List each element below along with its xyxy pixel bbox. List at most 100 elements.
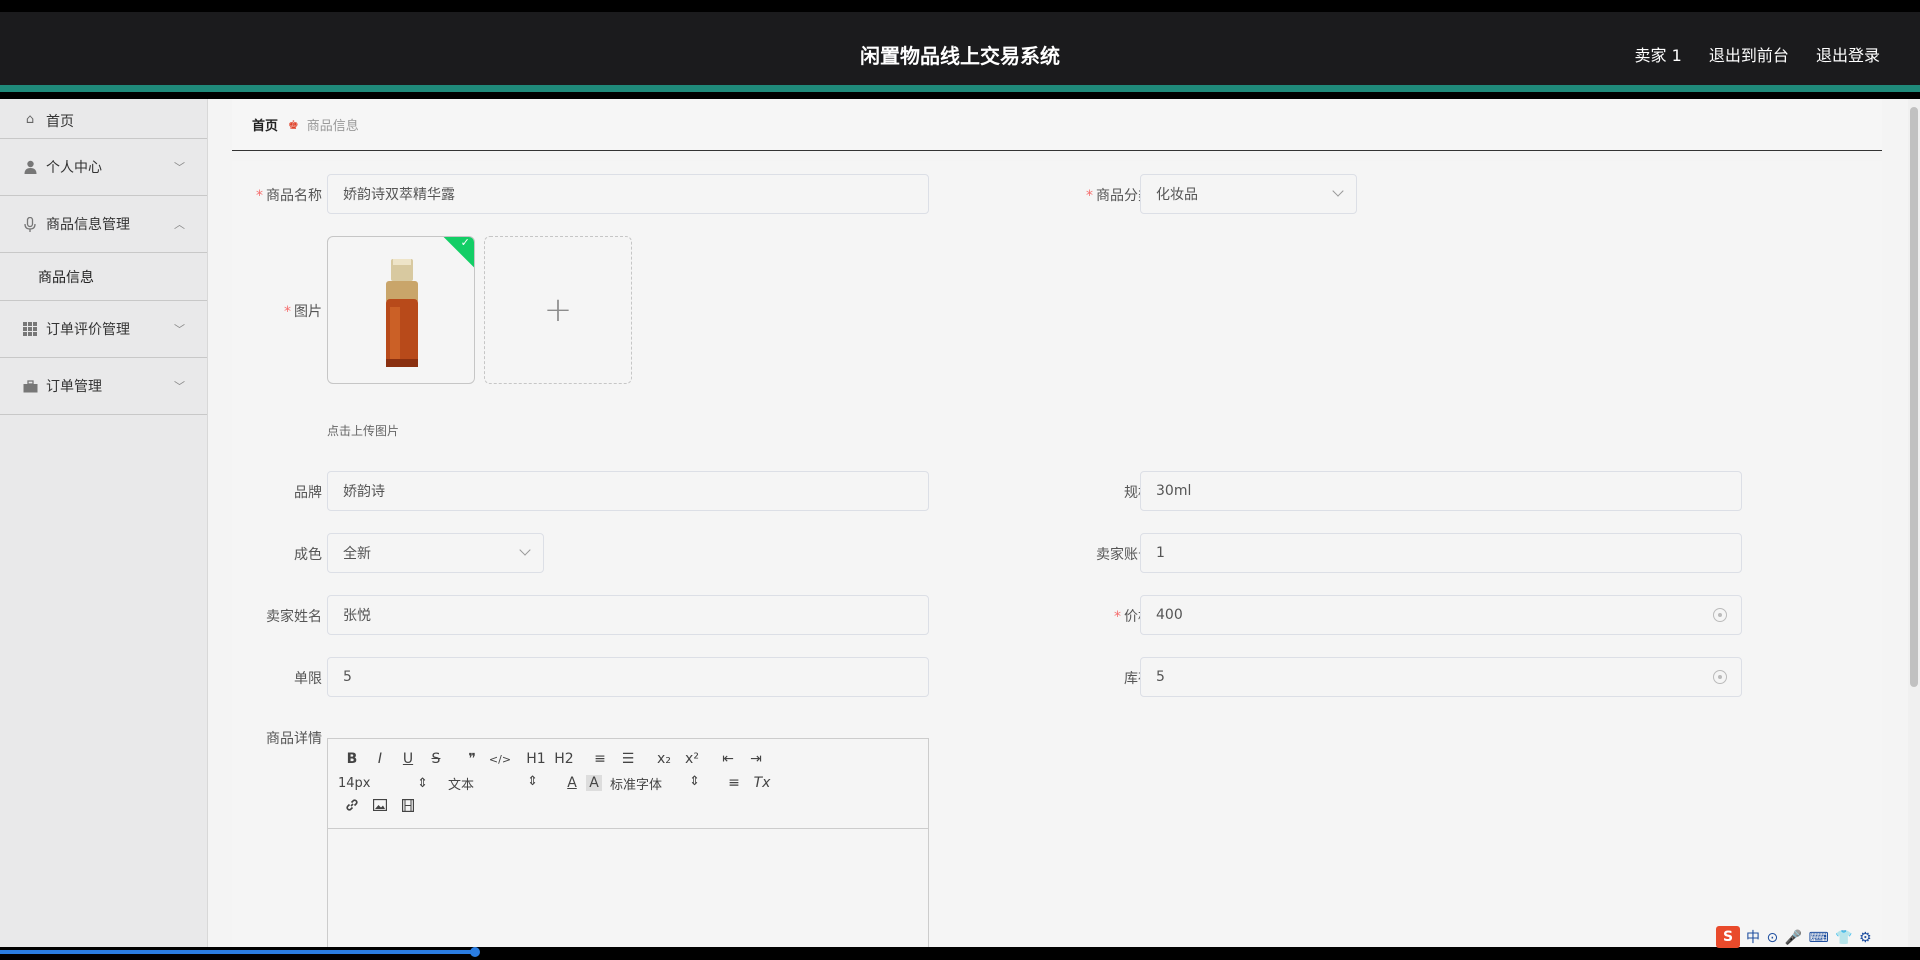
product-name-label: * 商品名称 <box>256 188 322 204</box>
image-icon[interactable] <box>366 798 394 815</box>
breadcrumb-separator-icon: ♚ <box>288 117 299 132</box>
uploaded-image-card[interactable]: ✓ <box>327 236 475 384</box>
outdent-button[interactable]: ⇤ <box>714 751 742 767</box>
upload-button[interactable]: + <box>484 236 632 384</box>
ordered-list-button[interactable]: ≡ <box>586 751 614 767</box>
heading2-button[interactable]: H2 <box>550 751 578 767</box>
sidebar-subitem-product-info[interactable]: 商品信息 <box>0 253 207 301</box>
progress-fill <box>0 950 476 954</box>
brand-label: 品牌 <box>294 485 322 501</box>
logout-link[interactable]: 退出登录 <box>1816 46 1880 65</box>
price-input[interactable]: 400 <box>1140 595 1742 635</box>
seller-account-input[interactable]: 1 <box>1140 533 1742 573</box>
subscript-button[interactable]: x₂ <box>650 751 678 767</box>
app-header: 闲置物品线上交易系统 卖家 1 退出到前台 退出登录 <box>0 12 1920 92</box>
toolbar-row-2: 14px ⇕ 文本 ⇕ A A 标准字体 ⇕ ≡ Tx <box>338 771 918 795</box>
product-category-label: * 商品分类 <box>1086 188 1152 204</box>
video-icon[interactable] <box>394 798 422 816</box>
updown-icon: ⇕ <box>527 773 538 789</box>
user-link[interactable]: 卖家 1 <box>1635 46 1682 65</box>
sidebar-item-label: 订单管理 <box>46 379 102 395</box>
price-label: * 价格 <box>1114 609 1152 625</box>
seller-account-label: 卖家账号 <box>1096 547 1152 563</box>
product-name-input[interactable]: 娇韵诗双萃精华露 <box>327 174 929 214</box>
brand-input[interactable]: 娇韵诗 <box>327 471 929 511</box>
sogou-ime-icon: S <box>1716 926 1740 948</box>
align-button[interactable]: ≡ <box>720 775 748 791</box>
sidebar-item-product-management[interactable]: 商品信息管理 ︿ <box>0 196 207 253</box>
underline-button[interactable]: U <box>394 751 422 767</box>
bold-button[interactable]: B <box>338 751 366 767</box>
top-strip <box>0 0 1920 12</box>
back-to-frontend-link[interactable]: 退出到前台 <box>1709 46 1789 65</box>
rich-text-editor: B I U S ❞ </> H1 H2 ≡ ☰ x₂ x² ⇤ ⇥ 14px⇕ <box>327 738 929 958</box>
sidebar-item-label: 订单评价管理 <box>46 322 130 338</box>
font-color-button[interactable]: A <box>558 775 586 791</box>
detail-label: 商品详情 <box>266 731 322 747</box>
chevron-down-icon: ﹀ <box>174 323 185 336</box>
strike-button[interactable]: S <box>422 751 450 767</box>
sidebar-item-label: 商品信息管理 <box>46 217 130 233</box>
link-icon[interactable] <box>338 798 366 816</box>
image-label: * 图片 <box>284 304 322 320</box>
chevron-down-icon <box>519 544 531 556</box>
seller-name-label: 卖家姓名 <box>266 609 322 625</box>
clear-icon[interactable] <box>1713 608 1727 622</box>
editor-toolbar: B I U S ❞ </> H1 H2 ≡ ☰ x₂ x² ⇤ ⇥ 14px⇕ <box>328 739 928 829</box>
spec-label: 规格 <box>1124 485 1152 501</box>
briefcase-icon <box>22 378 38 394</box>
product-form: * 商品名称 娇韵诗双萃精华露 * 商品分类 化妆品 * 图片 ✓ + 点击上传图片 … <box>232 161 1882 958</box>
font-size-select[interactable]: 14px ⇕ <box>338 776 428 791</box>
ime-status: 中 ⊙ 🎤 ⌨ 👕 ⚙ <box>1746 930 1873 946</box>
clear-icon[interactable] <box>1713 670 1727 684</box>
condition-label: 成色 <box>294 547 322 563</box>
chevron-down-icon: ﹀ <box>174 161 185 174</box>
updown-icon: ⇕ <box>689 773 700 789</box>
header-select[interactable]: 文本 ⇕ <box>448 774 538 793</box>
clear-format-button[interactable]: Tx <box>748 775 776 791</box>
spec-input[interactable]: 30ml <box>1140 471 1742 511</box>
home-icon: ⌂ <box>25 111 35 127</box>
microphone-icon <box>22 216 38 232</box>
video-progress-bar[interactable] <box>0 947 1920 960</box>
breadcrumb-current: 商品信息 <box>306 119 359 134</box>
limit-input[interactable]: 5 <box>327 657 929 697</box>
product-category-select[interactable]: 化妆品 <box>1140 174 1357 214</box>
scrollbar-thumb[interactable] <box>1910 107 1918 687</box>
progress-handle[interactable] <box>470 947 480 957</box>
user-icon <box>22 159 38 175</box>
sidebar-item-label: 个人中心 <box>46 160 102 176</box>
ime-toolbar[interactable]: S 中 ⊙ 🎤 ⌨ 👕 ⚙ <box>1716 926 1873 948</box>
main-content: 首页 ♚ 商品信息 * 商品名称 娇韵诗双萃精华露 * 商品分类 化妆品 * 图片 ✓… <box>208 99 1908 958</box>
sidebar: ⌂ 首页 个人中心 ﹀ 商品信息管理 ︿ 商品信息 订单评价管理 ﹀ 订单管理 … <box>0 99 208 947</box>
breadcrumb-home[interactable]: 首页 <box>252 115 278 134</box>
toolbar-row-1: B I U S ❞ </> H1 H2 ≡ ☰ x₂ x² ⇤ ⇥ <box>338 747 918 771</box>
condition-select[interactable]: 全新 <box>327 533 544 573</box>
editor-content-area[interactable] <box>328 829 928 957</box>
sidebar-item-order-management[interactable]: 订单管理 ﹀ <box>0 358 207 415</box>
updown-icon: ⇕ <box>417 775 428 791</box>
sidebar-item-label: 首页 <box>46 114 74 130</box>
product-image <box>386 259 418 367</box>
page-scrollbar[interactable] <box>1908 99 1920 947</box>
toolbar-row-3 <box>338 795 918 819</box>
sidebar-item-order-review[interactable]: 订单评价管理 ﹀ <box>0 301 207 358</box>
superscript-button[interactable]: x² <box>678 751 706 767</box>
font-family-select[interactable]: 标准字体 ⇕ <box>610 774 700 793</box>
blockquote-button[interactable]: ❞ <box>458 751 486 767</box>
seller-name-input[interactable]: 张悦 <box>327 595 929 635</box>
header-links: 卖家 1 退出到前台 退出登录 <box>1613 42 1881 66</box>
upload-hint: 点击上传图片 <box>327 424 400 438</box>
code-block-button[interactable]: </> <box>486 753 514 766</box>
indent-button[interactable]: ⇥ <box>742 751 770 767</box>
italic-button[interactable]: I <box>366 751 394 767</box>
background-color-button[interactable]: A <box>586 775 602 791</box>
breadcrumb: 首页 ♚ 商品信息 <box>232 99 1882 151</box>
stock-input[interactable]: 5 <box>1140 657 1742 697</box>
sidebar-item-personal-center[interactable]: 个人中心 ﹀ <box>0 139 207 196</box>
bullet-list-button[interactable]: ☰ <box>614 751 642 767</box>
plus-icon: + <box>543 290 573 330</box>
limit-label: 单限 <box>294 671 322 687</box>
heading1-button[interactable]: H1 <box>522 751 550 767</box>
sidebar-item-home[interactable]: ⌂ 首页 <box>0 99 207 139</box>
